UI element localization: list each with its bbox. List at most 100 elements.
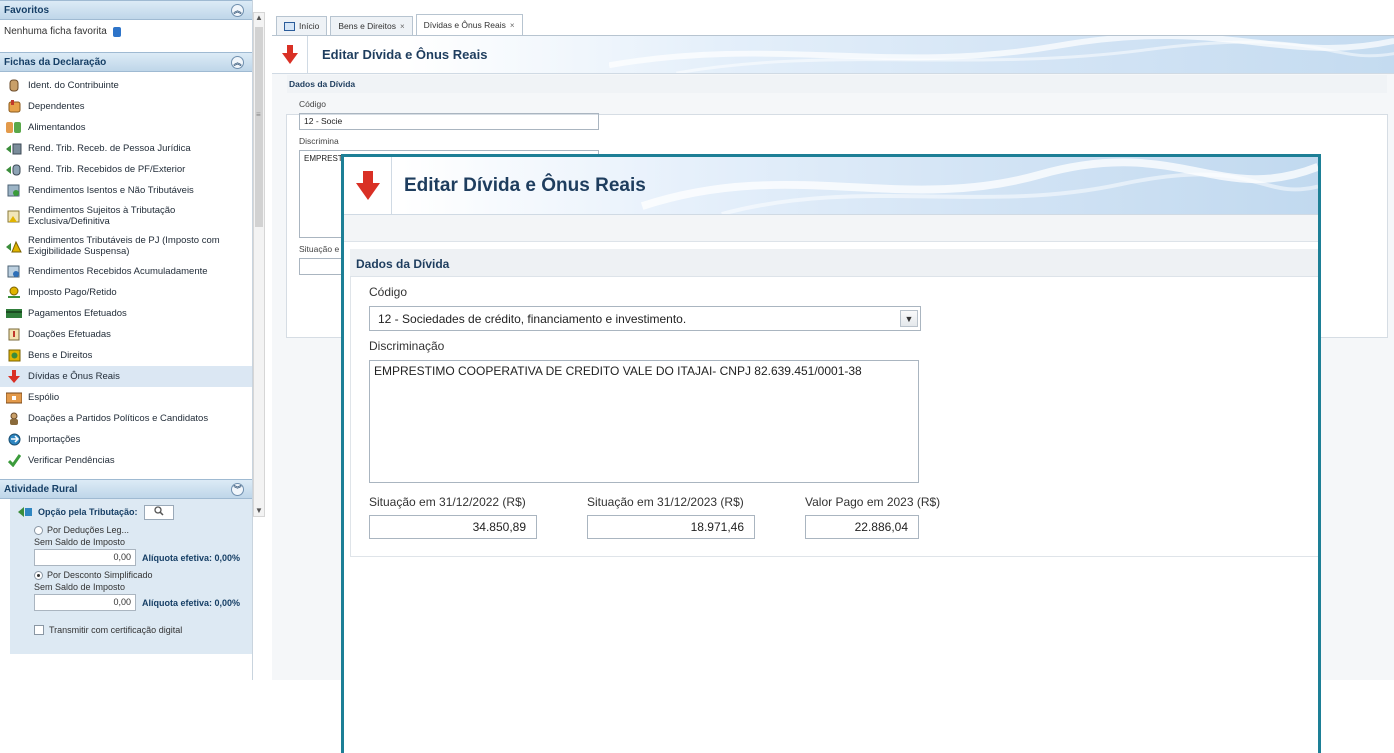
favoritos-title: Favoritos [4, 4, 50, 16]
sidebar-item-rend-isentos[interactable]: Rendimentos Isentos e Não Tributáveis [0, 180, 252, 201]
tab-bens-direitos[interactable]: Bens e Direitos × [330, 16, 413, 35]
cert-digital-checkbox[interactable] [34, 625, 44, 635]
sidebar-item-label: Rend. Trib. Receb. de Pessoa Jurídica [28, 143, 191, 154]
collapse-icon[interactable]: ︽ [231, 55, 244, 69]
sidebar-item-label: Pagamentos Efetuados [28, 308, 127, 319]
sidebar-item-label: Alimentandos [28, 122, 86, 133]
debt-arrow-icon [272, 36, 308, 73]
political-donation-icon [6, 412, 22, 426]
sidebar-item-espolio[interactable]: Espólio [0, 387, 252, 408]
search-button[interactable] [143, 504, 174, 520]
sidebar: Favoritos ︽ Nenhuma ficha favorita Ficha… [0, 0, 253, 680]
fichas-header[interactable]: Fichas da Declaração ︽ [0, 52, 252, 72]
sidebar-item-bens-direitos[interactable]: Bens e Direitos [0, 345, 252, 366]
sidebar-item-label: Rendimentos Tributáveis de PJ (Imposto c… [28, 235, 220, 257]
tab-label: Dívidas e Ônus Reais [423, 20, 506, 30]
sidebar-item-verificar-pendencias[interactable]: Verificar Pendências [0, 450, 252, 471]
sidebar-item-pagamentos[interactable]: Pagamentos Efetuados [0, 303, 252, 324]
sidebar-item-label: Rendimentos Isentos e Não Tributáveis [28, 185, 194, 196]
codigo-label: Código [369, 285, 408, 299]
exempt-income-icon [6, 184, 22, 198]
rural-header[interactable]: Atividade Rural ︾ [0, 479, 252, 499]
tab-label: Início [299, 21, 320, 31]
payments-icon [6, 307, 22, 321]
rural-title: Atividade Rural [4, 483, 78, 495]
codigo-select[interactable]: 12 - Sociedades de crédito, financiament… [369, 306, 921, 331]
radio-button-selected[interactable] [34, 570, 43, 580]
opcao-tributacao-label: Opção pela Tributação: [38, 507, 138, 517]
tab-label: Bens e Direitos [338, 21, 396, 31]
rural-panel: Opção pela Tributação: Por Deduções Leg.… [10, 499, 252, 654]
chevron-down-icon[interactable]: ▼ [900, 310, 918, 327]
company-income-icon [6, 142, 22, 156]
opt-deducoes-values: 0,00 Alíquota efetiva: 0,00% [34, 549, 252, 566]
sidebar-item-label: Rendimentos Sujeitos à Tributação Exclus… [28, 205, 176, 227]
splitter-grip[interactable]: ≡ [256, 110, 261, 119]
scrollbar-thumb[interactable] [255, 27, 263, 227]
sidebar-item-dividas[interactable]: Dívidas e Ônus Reais [0, 366, 252, 387]
opt-deducoes-status: Sem Saldo de Imposto [34, 537, 126, 547]
sidebar-item-rend-pf-exterior[interactable]: Rend. Trib. Recebidos de PF/Exterior [0, 159, 252, 180]
sidebar-item-imposto-pago[interactable]: Imposto Pago/Retido [0, 282, 252, 303]
section-title: Dados da Dívida [287, 75, 1387, 93]
assets-icon [6, 349, 22, 363]
pago-label: Valor Pago em 2023 (R$) [805, 495, 941, 509]
sidebar-item-alimentandos[interactable]: Alimentandos [0, 117, 252, 138]
opt-simplificado-label: Por Desconto Simplificado [47, 570, 153, 580]
sidebar-item-doacoes[interactable]: Doações Efetuadas [0, 324, 252, 345]
sidebar-item-label: Doações Efetuadas [28, 329, 111, 340]
sidebar-item-label: Dependentes [28, 101, 85, 112]
sidebar-item-label: Importações [28, 434, 81, 445]
header-decoration [608, 36, 1394, 73]
favoritos-empty-text: Nenhuma ficha favorita [4, 26, 107, 37]
opt-deducoes-radio[interactable]: Por Deduções Leg... [34, 525, 252, 535]
tab-inicio[interactable]: Início [276, 16, 328, 35]
cert-digital-row[interactable]: Transmitir com certificação digital [34, 625, 252, 635]
discriminacao-textarea[interactable]: EMPRESTIMO COOPERATIVA DE CREDITO VALE D… [369, 360, 919, 483]
collapse-icon[interactable]: ︽ [231, 3, 244, 17]
section-title: Dados da Dívida [350, 249, 1318, 277]
opt-simplificado-aliquota: Alíquota efetiva: 0,00% [142, 597, 241, 608]
debt-arrow-icon [6, 369, 22, 384]
sidebar-item-label: Doações a Partidos Políticos e Candidato… [28, 413, 209, 424]
scroll-down-icon[interactable]: ▼ [254, 506, 264, 516]
tax-option-icon [18, 507, 32, 517]
pago-input[interactable]: 22.886,04 [805, 515, 919, 539]
close-icon[interactable]: × [400, 22, 405, 31]
sidebar-scrollbar[interactable]: ▲ ▼ [253, 12, 265, 517]
close-icon[interactable]: × [510, 21, 515, 30]
sidebar-item-ident-contribuinte[interactable]: Ident. do Contribuinte [0, 75, 252, 96]
page-title: Editar Dívida e Ônus Reais [322, 47, 488, 62]
opt-deducoes-aliquota: Alíquota efetiva: 0,00% [142, 552, 241, 563]
page-header: Editar Dívida e Ônus Reais [272, 36, 1394, 74]
scroll-up-icon[interactable]: ▲ [254, 13, 264, 23]
codigo-select-bg[interactable]: 12 - Socie [299, 113, 599, 130]
fichas-list: Ident. do Contribuinte Dependentes Alime… [0, 72, 252, 471]
people-icon [6, 121, 22, 135]
sit2022-input[interactable]: 34.850,89 [369, 515, 537, 539]
tab-dividas[interactable]: Dívidas e Ônus Reais × [415, 14, 523, 35]
expand-icon[interactable]: ︾ [231, 482, 244, 496]
sidebar-item-doacoes-partidos[interactable]: Doações a Partidos Políticos e Candidato… [0, 408, 252, 429]
bookmark-icon [112, 27, 121, 37]
sidebar-item-importacoes[interactable]: Importações [0, 429, 252, 450]
sit2023-input[interactable]: 18.971,46 [587, 515, 755, 539]
favoritos-header[interactable]: Favoritos ︽ [0, 0, 252, 20]
sit2023-label: Situação em 31/12/2023 (R$) [587, 495, 744, 509]
sidebar-item-rend-pj[interactable]: Rend. Trib. Receb. de Pessoa Jurídica [0, 138, 252, 159]
search-icon [153, 505, 164, 516]
exclusive-tax-icon [6, 209, 22, 223]
sidebar-item-rend-exclusiva[interactable]: Rendimentos Sujeitos à Tributação Exclus… [0, 201, 252, 231]
home-icon [284, 21, 295, 31]
sidebar-item-rend-acumulados[interactable]: Rendimentos Recebidos Acumuladamente [0, 261, 252, 282]
opt-simplificado-radio[interactable]: Por Desconto Simplificado [34, 570, 252, 580]
sit2022-label: Situação em 31/12/2022 (R$) [369, 495, 526, 509]
radio-button[interactable] [34, 525, 43, 535]
sit2023-col: Situação em 31/12/2023 (R$) 18.971,46 [587, 495, 755, 539]
sidebar-item-rend-suspensa[interactable]: Rendimentos Tributáveis de PJ (Imposto c… [0, 231, 252, 261]
person-icon [6, 79, 22, 93]
suspended-tax-icon [6, 239, 22, 253]
opt-simplificado-value: 0,00 [34, 594, 136, 611]
dependents-icon [6, 100, 22, 114]
sidebar-item-dependentes[interactable]: Dependentes [0, 96, 252, 117]
